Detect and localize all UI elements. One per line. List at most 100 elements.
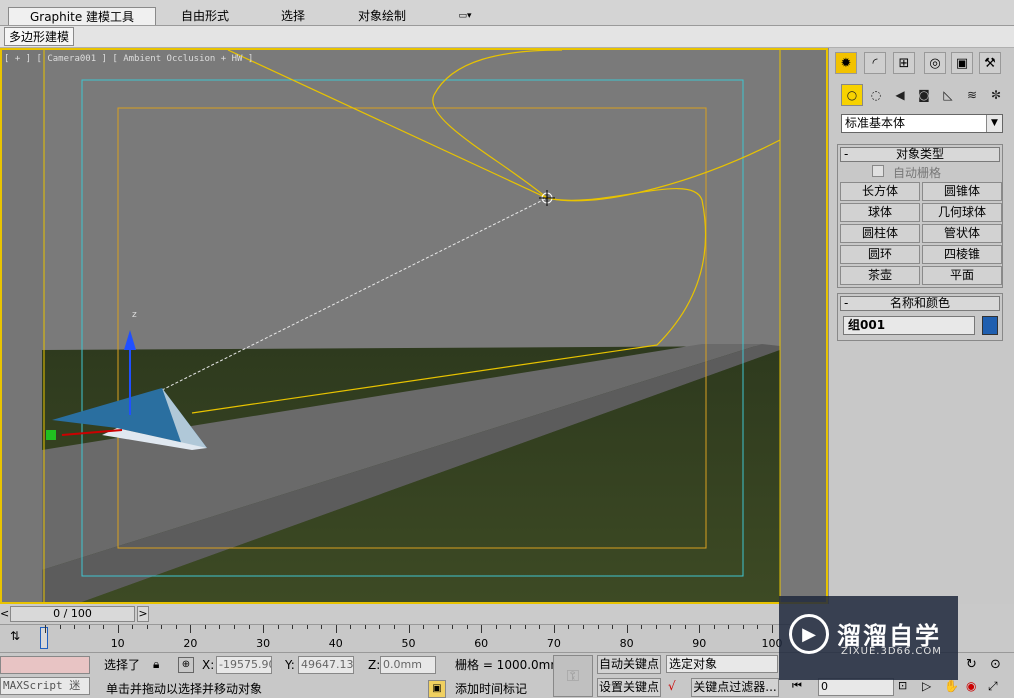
- object-type-header[interactable]: - 对象类型: [840, 147, 1000, 162]
- ribbon-options-dropdown-icon[interactable]: ▭▾: [452, 7, 478, 25]
- auto-key-button[interactable]: 自动关键点: [597, 655, 661, 674]
- key-selection-select[interactable]: 选定对象: [666, 655, 778, 673]
- object-color-swatch[interactable]: [982, 316, 998, 335]
- viewport-label[interactable]: [ + ] [ Camera001 ] [ Ambient Occlusion …: [4, 54, 253, 64]
- current-frame-field[interactable]: 0: [818, 678, 894, 696]
- primitive-category-select[interactable]: 标准基本体 ▼: [841, 114, 1003, 133]
- trackbar-tick: [510, 625, 512, 629]
- pan-hand-icon[interactable]: ✋: [944, 679, 960, 697]
- trackbar-tick: [597, 625, 599, 629]
- absolute-mode-icon[interactable]: ⊕: [178, 657, 194, 673]
- trackbar-tick: [670, 625, 672, 629]
- display-panel-icon[interactable]: ▣: [951, 52, 973, 74]
- mini-curve-editor-icon[interactable]: ⇅: [6, 629, 24, 647]
- prompt-line: 单击并拖动以选择并移动对象: [106, 682, 263, 696]
- tube-button[interactable]: 管状体: [922, 224, 1002, 243]
- trackbar-tick: [626, 625, 628, 633]
- chevron-down-icon: ▼: [986, 115, 1002, 132]
- tab-polygon-modeling[interactable]: 多边形建模: [4, 27, 75, 46]
- y-coordinate-field[interactable]: 49647.134: [298, 656, 354, 674]
- x-label: X:: [202, 658, 215, 672]
- geometry-sphere-icon[interactable]: ○: [841, 84, 863, 106]
- key-filters-button[interactable]: 关键点过滤器...: [691, 678, 779, 697]
- time-next-button[interactable]: >: [137, 606, 149, 622]
- box-button[interactable]: 长方体: [840, 182, 920, 201]
- trackbar-tick: [481, 625, 483, 633]
- watermark-overlay: ▶ 溜溜自学 ZIXUE.3D66.COM: [779, 596, 958, 680]
- tab-graphite[interactable]: Graphite 建模工具: [8, 7, 156, 25]
- modify-panel-curve-icon[interactable]: ◜: [864, 52, 886, 74]
- zoom-extents-icon[interactable]: ▷: [922, 679, 938, 697]
- trackbar-tick: [364, 625, 366, 629]
- trackbar-tick: [103, 625, 105, 629]
- torus-button[interactable]: 圆环: [840, 245, 920, 264]
- time-tag-icon[interactable]: ▣: [428, 680, 446, 698]
- create-panel-sun-icon[interactable]: ✹: [835, 52, 857, 74]
- ribbon-subbar: 多边形建模: [0, 26, 1014, 48]
- current-frame-marker[interactable]: [40, 627, 48, 649]
- name-color-rollout: - 名称和颜色 组001: [837, 293, 1003, 341]
- name-color-header[interactable]: - 名称和颜色: [840, 296, 1000, 311]
- trackbar-tick: [641, 625, 643, 629]
- sphere-button[interactable]: 球体: [840, 203, 920, 222]
- trackbar-tick: [437, 625, 439, 629]
- geosphere-button[interactable]: 几何球体: [922, 203, 1002, 222]
- systems-icon[interactable]: ✼: [985, 84, 1007, 106]
- trackbar-tick: [742, 625, 744, 629]
- motion-panel-icon[interactable]: ◎: [924, 52, 946, 74]
- x-coordinate-field[interactable]: -19575.903: [216, 656, 272, 674]
- trackbar-tick: [379, 625, 381, 629]
- trackbar-tick: [204, 625, 206, 629]
- light-icon[interactable]: ◀: [889, 84, 911, 106]
- time-slider-thumb[interactable]: 0 / 100: [10, 606, 135, 622]
- add-time-tag-label[interactable]: 添加时间标记: [455, 681, 527, 697]
- plane-button[interactable]: 平面: [922, 266, 1002, 285]
- maxscript-listener-top[interactable]: [0, 656, 90, 674]
- spacewarp-icon[interactable]: ≋: [961, 84, 983, 106]
- trackbar-tick: [466, 625, 468, 629]
- key-tangent-icon[interactable]: √: [668, 679, 688, 697]
- collapse-minus-icon: -: [844, 296, 849, 310]
- pyramid-button[interactable]: 四棱锥: [922, 245, 1002, 264]
- camera-viewport[interactable]: [ + ] [ Camera001 ] [ Ambient Occlusion …: [0, 48, 828, 604]
- trackbar-tick-label: 40: [328, 637, 343, 650]
- trackbar-tick: [88, 625, 90, 629]
- tab-freeform[interactable]: 自由形式: [170, 7, 240, 25]
- helper-icon[interactable]: ◺: [937, 84, 959, 106]
- object-name-input[interactable]: 组001: [843, 316, 975, 335]
- camera-icon[interactable]: ◙: [913, 84, 935, 106]
- utilities-hammer-icon[interactable]: ⚒: [979, 52, 1001, 74]
- shapes-icon[interactable]: ◌: [865, 84, 887, 106]
- trackbar-tick: [655, 625, 657, 629]
- trackbar-tick: [292, 625, 294, 629]
- trackbar-tick: [423, 625, 425, 629]
- trackbar-tick-label: 20: [183, 637, 198, 650]
- primitive-category-value: 标准基本体: [845, 116, 906, 130]
- set-key-button[interactable]: 设置关键点: [597, 678, 661, 697]
- selection-lock-icon[interactable]: 🔒︎: [153, 657, 169, 673]
- orbit-subobject-icon[interactable]: ↻: [966, 657, 984, 675]
- trackbar-tick: [132, 625, 134, 629]
- watermark-play-logo-icon: ▶: [789, 614, 829, 654]
- time-config-icon[interactable]: ⊡: [898, 679, 914, 697]
- time-prev-button[interactable]: <: [0, 606, 10, 622]
- go-to-start-icon[interactable]: ⏮: [792, 679, 812, 697]
- tab-object-paint[interactable]: 对象绘制: [345, 7, 419, 25]
- trackbar-tick: [757, 625, 759, 629]
- cylinder-button[interactable]: 圆柱体: [840, 224, 920, 243]
- tab-selection[interactable]: 选择: [270, 7, 316, 25]
- autogrid-checkbox[interactable]: [872, 165, 884, 177]
- maxscript-mini-listener[interactable]: MAXScript 迷: [0, 677, 90, 695]
- trackbar[interactable]: ⇅ 10 20 30 40 50 60 70 80 90 100: [0, 624, 790, 652]
- ribbon: Graphite 建模工具 自由形式 选择 对象绘制 ▭▾: [0, 0, 1014, 26]
- hierarchy-panel-icon[interactable]: ⊞: [893, 52, 915, 74]
- maximize-viewport-icon[interactable]: ⤢: [988, 679, 1006, 697]
- command-panel: ✹ ◜ ⊞ ◎ ▣ ⚒ ○ ◌ ◀ ◙ ◺ ≋ ✼ 标准基本体 ▼ - 对象类型 …: [828, 48, 1014, 604]
- z-coordinate-field[interactable]: 0.0mm: [380, 656, 436, 674]
- trackbar-tick: [45, 625, 46, 633]
- cone-button[interactable]: 圆锥体: [922, 182, 1002, 201]
- orbit-icon[interactable]: ◉: [966, 679, 984, 697]
- field-of-view-icon[interactable]: ⊙: [990, 657, 1008, 675]
- teapot-button[interactable]: 茶壶: [840, 266, 920, 285]
- set-key-icon[interactable]: ⚿: [553, 655, 593, 697]
